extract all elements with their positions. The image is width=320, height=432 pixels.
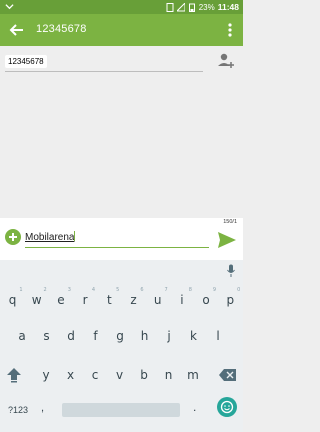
key-x[interactable]: x <box>59 361 83 389</box>
key-h[interactable]: h <box>133 322 157 350</box>
emoji-icon <box>220 400 234 414</box>
recipient-field-underline <box>5 71 203 72</box>
key-hint: 8 <box>188 287 192 293</box>
add-contact-icon[interactable] <box>217 52 235 70</box>
key-q[interactable]: q1 <box>1 286 25 314</box>
key-label: s <box>43 329 50 343</box>
key-hint: 9 <box>212 287 217 293</box>
send-icon[interactable] <box>217 231 237 249</box>
notification-icon <box>5 4 14 10</box>
key-label: y <box>42 368 50 382</box>
emoji-key[interactable] <box>217 397 237 417</box>
key-label: e <box>57 293 65 307</box>
space-bar[interactable] <box>62 403 180 417</box>
key-t[interactable]: t5 <box>97 286 121 314</box>
key-label: c <box>91 368 99 382</box>
key-label: x <box>66 368 75 382</box>
compose-bar: 150/1 Mobilarena <box>0 218 243 260</box>
key-label: v <box>115 368 124 382</box>
keyboard-row-2: asdfghjkl <box>0 322 243 350</box>
key-label: t <box>106 293 112 307</box>
key-c[interactable]: c <box>83 361 107 389</box>
key-hint: 6 <box>140 287 144 293</box>
key-l[interactable]: l <box>206 322 230 350</box>
key-label: g <box>116 329 124 343</box>
status-bar: 23% 11:48 <box>0 0 243 14</box>
battery-icon <box>188 3 195 12</box>
key-u[interactable]: u7 <box>146 286 170 314</box>
key-hint: 7 <box>164 287 168 293</box>
key-label: q <box>8 293 17 307</box>
period-key[interactable]: . <box>193 400 196 414</box>
keyboard: q1w2e3r4t5z6u7i8o9p0 asdfghjkl yxcvbnm ?… <box>0 260 243 432</box>
key-label: r <box>82 293 88 307</box>
key-hint: 2 <box>43 287 47 293</box>
key-o[interactable]: o9 <box>194 286 218 314</box>
key-hint: 3 <box>67 287 71 293</box>
keyboard-suggestion-strip <box>0 260 243 282</box>
key-label: l <box>216 329 220 343</box>
key-j[interactable]: j <box>157 322 181 350</box>
key-m[interactable]: m <box>181 361 205 389</box>
key-label: w <box>31 293 42 307</box>
key-hint: 5 <box>116 287 120 293</box>
key-label: f <box>93 329 98 343</box>
recipient-area: 12345678 <box>0 46 243 218</box>
key-label: z <box>130 293 137 307</box>
backspace-icon[interactable] <box>219 368 237 382</box>
key-label: u <box>153 293 162 307</box>
key-label: j <box>167 329 171 343</box>
key-r[interactable]: r4 <box>73 286 97 314</box>
key-f[interactable]: f <box>84 322 108 350</box>
microphone-icon[interactable] <box>226 264 236 278</box>
app-bar: 12345678 <box>0 14 243 46</box>
key-v[interactable]: v <box>108 361 132 389</box>
conversation-title: 12345678 <box>36 23 87 35</box>
add-attachment-icon[interactable] <box>5 229 21 245</box>
sim-icon <box>166 2 174 12</box>
keyboard-row-3: y x c v b nm <box>0 361 243 389</box>
character-counter: 150/1 <box>223 219 237 225</box>
key-label: k <box>190 329 197 343</box>
clock: 11:48 <box>217 2 239 12</box>
key-label: o <box>202 293 210 307</box>
key-w[interactable]: w2 <box>25 286 49 314</box>
key-p[interactable]: p0 <box>218 286 242 314</box>
key-s[interactable]: s <box>35 322 59 350</box>
no-signal-icon <box>176 2 185 11</box>
key-k[interactable]: k <box>182 322 206 350</box>
battery-percent: 23% <box>198 2 215 12</box>
key-d[interactable]: d <box>59 322 83 350</box>
key-label: d <box>67 329 75 343</box>
key-i[interactable]: i8 <box>170 286 194 314</box>
comma-key[interactable]: , <box>41 402 44 414</box>
recipient-chip[interactable]: 12345678 <box>5 55 47 68</box>
message-input[interactable]: Mobilarena <box>25 228 209 248</box>
message-text: Mobilarena <box>25 232 75 243</box>
key-label: h <box>140 329 149 343</box>
shift-icon[interactable] <box>6 367 22 383</box>
key-label: b <box>140 368 148 382</box>
key-label: p <box>226 293 235 307</box>
key-y[interactable]: y <box>34 361 58 389</box>
key-label: i <box>180 293 184 307</box>
key-hint: 1 <box>19 287 23 293</box>
key-label: n <box>164 368 173 382</box>
key-e[interactable]: e3 <box>49 286 73 314</box>
key-label: a <box>18 329 26 343</box>
key-label: m <box>187 368 199 382</box>
more-options-icon[interactable] <box>225 21 235 39</box>
key-hint: 0 <box>237 287 241 293</box>
back-arrow-icon[interactable] <box>8 21 26 39</box>
key-n[interactable]: n <box>157 361 181 389</box>
keyboard-row-1: q1w2e3r4t5z6u7i8o9p0 <box>0 286 243 314</box>
text-caret <box>74 231 76 241</box>
key-z[interactable]: z6 <box>122 286 146 314</box>
key-b[interactable]: b <box>132 361 156 389</box>
key-a[interactable]: a <box>10 322 34 350</box>
key-hint: 4 <box>91 287 96 293</box>
symbols-key[interactable]: ?123 <box>8 405 28 415</box>
key-g[interactable]: g <box>108 322 132 350</box>
